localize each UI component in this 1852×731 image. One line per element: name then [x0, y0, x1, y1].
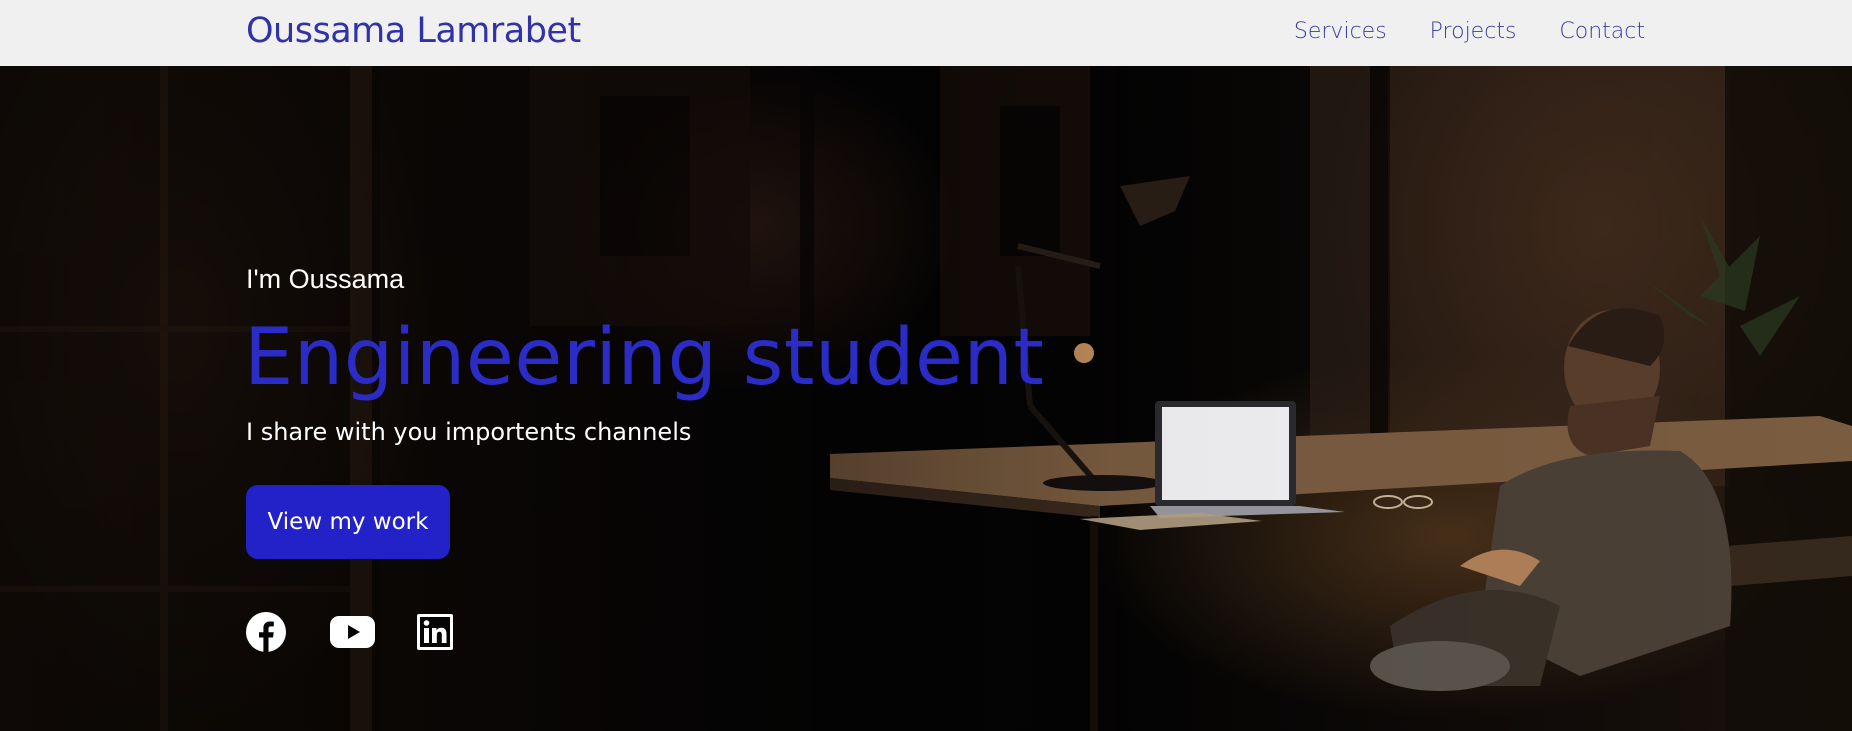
- nav-link-services[interactable]: Services: [1294, 19, 1387, 44]
- facebook-icon[interactable]: [246, 612, 286, 657]
- hero-intro: I'm Oussama: [246, 264, 405, 294]
- hero-section: I'm Oussama Engineering student I share …: [0, 66, 1852, 731]
- hero-headline: Engineering student: [244, 313, 1045, 403]
- brand-logo-link[interactable]: Oussama Lamrabet: [246, 11, 581, 51]
- nav-link-contact[interactable]: Contact: [1559, 19, 1645, 44]
- hero-tagline: I share with you importents channels: [246, 418, 692, 446]
- nav-link-projects[interactable]: Projects: [1430, 19, 1517, 44]
- social-links: [246, 612, 453, 657]
- youtube-icon[interactable]: [330, 616, 375, 653]
- linkedin-icon[interactable]: [417, 614, 453, 655]
- view-my-work-button[interactable]: View my work: [246, 485, 450, 559]
- navbar: Oussama Lamrabet Services Projects Conta…: [0, 0, 1852, 66]
- nav-links: Services Projects Contact: [1294, 19, 1645, 44]
